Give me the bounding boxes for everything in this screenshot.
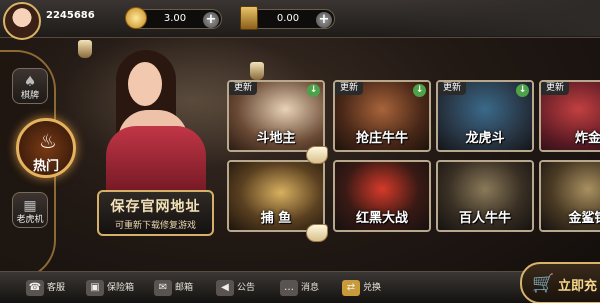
game-tile-doudizhu[interactable]: 更新 ↓ 斗地主: [227, 80, 325, 152]
wall-lamp: [78, 40, 92, 58]
pointer-hand-icon: [306, 224, 328, 242]
game-tile-qiangzhuang-niuniu[interactable]: 更新 ↓ 抢庄牛牛: [333, 80, 431, 152]
sidebar-item-label: 老虎机: [16, 215, 44, 225]
sidebar-item-chess-cards[interactable]: ♠ 棋牌: [12, 68, 48, 104]
mail-icon: ✉: [154, 279, 172, 296]
safe-box-button[interactable]: ▣ 保险箱: [86, 278, 134, 298]
banner-subtitle: 可重新下载修复游戏: [114, 221, 196, 231]
game-tile-red-black-war[interactable]: 红黑大战: [333, 160, 431, 232]
game-tile-fishing[interactable]: 捕 鱼: [227, 160, 325, 232]
game-tile-zhajinhua[interactable]: 更新 ↓ 炸金: [539, 80, 600, 152]
sidebar-item-label: 棋牌: [20, 91, 39, 101]
user-id: 2245686: [46, 10, 95, 21]
game-name: 百人牛牛: [458, 211, 511, 226]
game-tile-golden-shark[interactable]: 金鲨银: [539, 160, 600, 232]
game-name: 龙虎斗: [465, 131, 505, 146]
bottom-item-label: 客服: [47, 283, 66, 293]
game-tile-bairen-niuniu[interactable]: 百人牛牛: [436, 160, 534, 232]
headset-icon: ☎: [26, 279, 44, 296]
megaphone-icon: ◀: [216, 279, 234, 296]
shopping-cart-icon: 🛒: [532, 273, 555, 294]
coin-icon: [125, 7, 147, 29]
room-card-icon: [240, 6, 258, 30]
card-value: 0.00: [276, 13, 300, 24]
safe-icon: ▣: [86, 279, 104, 296]
download-icon: ↓: [413, 84, 426, 97]
chat-icon: …: [280, 279, 298, 296]
game-name: 炸金: [574, 131, 600, 146]
bottom-item-label: 公告: [237, 283, 256, 293]
exchange-icon: ⇄: [342, 279, 360, 296]
recharge-label: 立即充: [558, 279, 598, 294]
exchange-button[interactable]: ⇄ 兑换: [342, 278, 381, 298]
gold-value: 3.00: [163, 13, 187, 24]
top-bar-right-panel: [380, 0, 600, 36]
game-name: 金鲨银: [568, 211, 600, 226]
top-bar: 2245686 3.00 + 0.00 +: [0, 0, 600, 40]
add-gold-button[interactable]: +: [203, 12, 219, 28]
sidebar-item-slots[interactable]: ▦ 老虎机: [12, 192, 48, 228]
update-badge: 更新: [229, 82, 258, 95]
game-tile-longhudou[interactable]: 更新 ↓ 龙虎斗: [436, 80, 534, 152]
lobby-screen: 2245686 3.00 + 0.00 + ♠ 棋牌 ♨ 热门 ▦ 老虎机 保存…: [0, 0, 600, 303]
avatar[interactable]: [3, 2, 41, 40]
card-balance: 0.00 +: [240, 6, 335, 30]
save-official-site-banner[interactable]: 保存官网地址 可重新下载修复游戏: [97, 190, 214, 236]
bottom-item-label: 保险箱: [107, 283, 135, 293]
gold-balance: 3.00 +: [125, 7, 222, 29]
mailbox-button[interactable]: ✉ 邮箱: [154, 278, 193, 298]
update-badge: 更新: [335, 82, 364, 95]
bottom-bar: ☎ 客服 ▣ 保险箱 ✉ 邮箱 ◀ 公告 … 消息 ⇄ 兑换: [0, 271, 600, 303]
game-name: 抢庄牛牛: [355, 131, 408, 146]
wall-lamp: [250, 62, 264, 80]
update-badge: 更新: [541, 82, 570, 95]
download-icon: ↓: [307, 84, 320, 97]
messages-button[interactable]: … 消息: [280, 278, 319, 298]
customer-service-button[interactable]: ☎ 客服: [26, 278, 65, 298]
hostess-illustration: [100, 46, 220, 198]
banner-title: 保存官网地址: [110, 199, 201, 215]
pointer-hand-icon: [306, 146, 328, 164]
announcement-button[interactable]: ◀ 公告: [216, 278, 255, 298]
add-card-button[interactable]: +: [316, 12, 332, 28]
game-name: 捕 鱼: [260, 211, 292, 226]
sidebar-item-hot[interactable]: ♨ 热门: [16, 118, 76, 178]
bottom-item-label: 兑换: [363, 283, 382, 293]
game-name: 斗地主: [256, 131, 296, 146]
bottom-item-label: 消息: [301, 283, 320, 293]
bottom-item-label: 邮箱: [175, 283, 194, 293]
flame-icon: ♨: [39, 129, 57, 153]
download-icon: ↓: [516, 84, 529, 97]
recharge-button[interactable]: 🛒 立即充: [520, 262, 600, 303]
game-name: 红黑大战: [355, 211, 408, 226]
update-badge: 更新: [438, 82, 467, 95]
sidebar-item-label: 热门: [32, 159, 59, 174]
